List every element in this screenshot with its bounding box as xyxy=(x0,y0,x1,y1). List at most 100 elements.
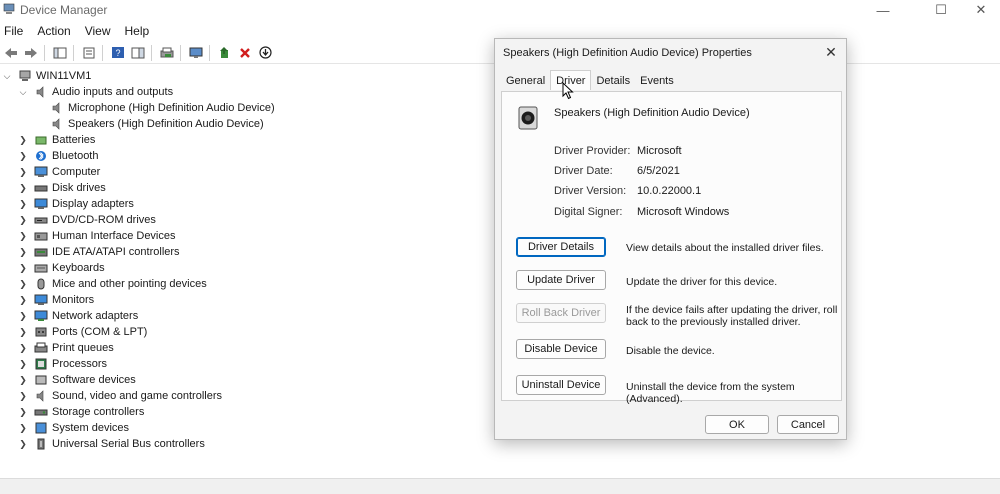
chevron-down-icon[interactable]: ⌵ xyxy=(18,87,28,98)
tree-category[interactable]: ❯ Processors xyxy=(0,356,500,372)
tree-category-audio[interactable]: ⌵ Audio inputs and outputs xyxy=(0,84,500,100)
tree-category[interactable]: ❯ Display adapters xyxy=(0,196,500,212)
category-device-icon xyxy=(34,166,48,177)
tree-category[interactable]: ❯ Software devices xyxy=(0,372,500,388)
tree-category-label: Print queues xyxy=(52,342,114,354)
status-bar xyxy=(0,478,1000,494)
menu-file[interactable]: File xyxy=(0,22,27,40)
chevron-right-icon[interactable]: ❯ xyxy=(18,167,28,178)
uninstall-device-button[interactable]: Uninstall Device xyxy=(516,375,606,395)
driver-details-button[interactable]: Driver Details xyxy=(516,237,606,257)
dialog-close-button[interactable]: ✕ xyxy=(822,43,840,61)
tree-device-speakers[interactable]: Speakers (High Definition Audio Device) xyxy=(0,116,500,132)
printer-icon xyxy=(160,47,174,57)
forward-button[interactable] xyxy=(22,44,40,62)
tab-general[interactable]: General xyxy=(501,72,550,90)
print-button[interactable] xyxy=(158,44,176,62)
tree-category[interactable]: ❯ Human Interface Devices xyxy=(0,228,500,244)
update-driver-button[interactable]: Update Driver xyxy=(516,270,606,290)
chevron-down-icon[interactable]: ⌵ xyxy=(2,71,12,82)
tree-category[interactable]: ❯ Computer xyxy=(0,164,500,180)
show-hide-console-tree-button[interactable] xyxy=(51,44,69,62)
tree-device-microphone[interactable]: Microphone (High Definition Audio Device… xyxy=(0,100,500,116)
chevron-right-icon[interactable]: ❯ xyxy=(18,279,28,290)
close-button[interactable]: ✕ xyxy=(958,0,1000,20)
tab-events[interactable]: Events xyxy=(635,72,679,90)
driver-provider-value: Microsoft xyxy=(637,145,682,157)
tree-category[interactable]: ❯ Print queues xyxy=(0,340,500,356)
category-device-icon xyxy=(36,390,44,402)
chevron-right-icon[interactable]: ❯ xyxy=(18,247,28,258)
cancel-button[interactable]: Cancel xyxy=(777,415,839,434)
speaker-icon xyxy=(36,86,44,98)
window-title: Device Manager xyxy=(20,3,108,17)
tree-category[interactable]: ❯ Batteries xyxy=(0,132,500,148)
menu-action[interactable]: Action xyxy=(33,22,74,40)
help-button[interactable]: ? xyxy=(109,44,127,62)
tree-category[interactable]: ❯ Monitors xyxy=(0,292,500,308)
tab-details[interactable]: Details xyxy=(591,72,635,90)
tree-category[interactable]: ❯ Ports (COM & LPT) xyxy=(0,324,500,340)
update-driver-icon xyxy=(220,47,228,58)
tree-device-label: Speakers (High Definition Audio Device) xyxy=(68,118,264,130)
arrow-right-icon xyxy=(25,47,37,58)
chevron-right-icon[interactable]: ❯ xyxy=(18,151,28,162)
chevron-right-icon[interactable]: ❯ xyxy=(18,263,28,274)
menu-view[interactable]: View xyxy=(81,22,115,40)
action-pane-icon xyxy=(131,47,145,58)
digital-signer-label: Digital Signer: xyxy=(554,206,623,218)
chevron-right-icon[interactable]: ❯ xyxy=(18,135,28,146)
toolbar-separator xyxy=(209,44,210,61)
properties-button[interactable] xyxy=(80,44,98,62)
disable-toolbar-button[interactable] xyxy=(256,44,274,62)
category-device-icon xyxy=(35,358,47,370)
chevron-right-icon[interactable]: ❯ xyxy=(18,407,28,418)
chevron-right-icon[interactable]: ❯ xyxy=(18,327,28,338)
chevron-right-icon[interactable]: ❯ xyxy=(18,439,28,450)
tree-category[interactable]: ❯ Universal Serial Bus controllers xyxy=(0,436,500,452)
action-pane-button[interactable] xyxy=(129,44,147,62)
chevron-right-icon[interactable]: ❯ xyxy=(18,359,28,370)
chevron-right-icon[interactable]: ❯ xyxy=(18,423,28,434)
tree-category-label: Ports (COM & LPT) xyxy=(52,326,148,338)
menu-help[interactable]: Help xyxy=(121,22,154,40)
maximize-icon: ☐ xyxy=(935,2,947,17)
driver-details-desc: View details about the installed driver … xyxy=(626,242,824,254)
tree-category[interactable]: ❯ Network adapters xyxy=(0,308,500,324)
category-device-icon xyxy=(35,136,47,145)
tree-category[interactable]: ❯ IDE ATA/ATAPI controllers xyxy=(0,244,500,260)
chevron-right-icon[interactable]: ❯ xyxy=(18,199,28,210)
tree-category[interactable]: ❯ Keyboards xyxy=(0,260,500,276)
chevron-right-icon[interactable]: ❯ xyxy=(18,231,28,242)
minimize-button[interactable]: — xyxy=(860,0,906,20)
tree-category[interactable]: ❯ DVD/CD-ROM drives xyxy=(0,212,500,228)
chevron-right-icon[interactable]: ❯ xyxy=(18,215,28,226)
tree-category[interactable]: ❯ System devices xyxy=(0,420,500,436)
speaker-icon xyxy=(52,102,60,114)
chevron-right-icon[interactable]: ❯ xyxy=(18,343,28,354)
chevron-right-icon[interactable]: ❯ xyxy=(18,391,28,402)
roll-back-driver-button[interactable]: Roll Back Driver xyxy=(516,303,606,323)
tree-category[interactable]: ❯ Disk drives xyxy=(0,180,500,196)
chevron-right-icon[interactable]: ❯ xyxy=(18,375,28,386)
tree-category[interactable]: ❯ Bluetooth xyxy=(0,148,500,164)
chevron-right-icon[interactable]: ❯ xyxy=(18,183,28,194)
disable-device-button[interactable]: Disable Device xyxy=(516,339,606,359)
tree-category[interactable]: ❯ Sound, video and game controllers xyxy=(0,388,500,404)
console-tree-icon xyxy=(53,47,67,58)
tree-category[interactable]: ❯ Storage controllers xyxy=(0,404,500,420)
update-driver-toolbar-button[interactable] xyxy=(216,44,234,62)
scan-hardware-button[interactable] xyxy=(187,44,205,62)
chevron-right-icon[interactable]: ❯ xyxy=(18,295,28,306)
close-icon: ✕ xyxy=(825,43,837,60)
tree-category-label: Monitors xyxy=(52,294,95,306)
tree-root[interactable]: ⌵ WIN11VM1 xyxy=(0,68,500,84)
update-driver-desc: Update the driver for this device. xyxy=(626,276,778,288)
back-button[interactable] xyxy=(2,44,20,62)
tree-category-label: IDE ATA/ATAPI controllers xyxy=(52,246,180,258)
uninstall-toolbar-button[interactable] xyxy=(236,44,254,62)
chevron-right-icon[interactable]: ❯ xyxy=(18,311,28,322)
ok-button[interactable]: OK xyxy=(705,415,769,434)
tree-category[interactable]: ❯ Mice and other pointing devices xyxy=(0,276,500,292)
tree-category-label: Keyboards xyxy=(52,262,105,274)
